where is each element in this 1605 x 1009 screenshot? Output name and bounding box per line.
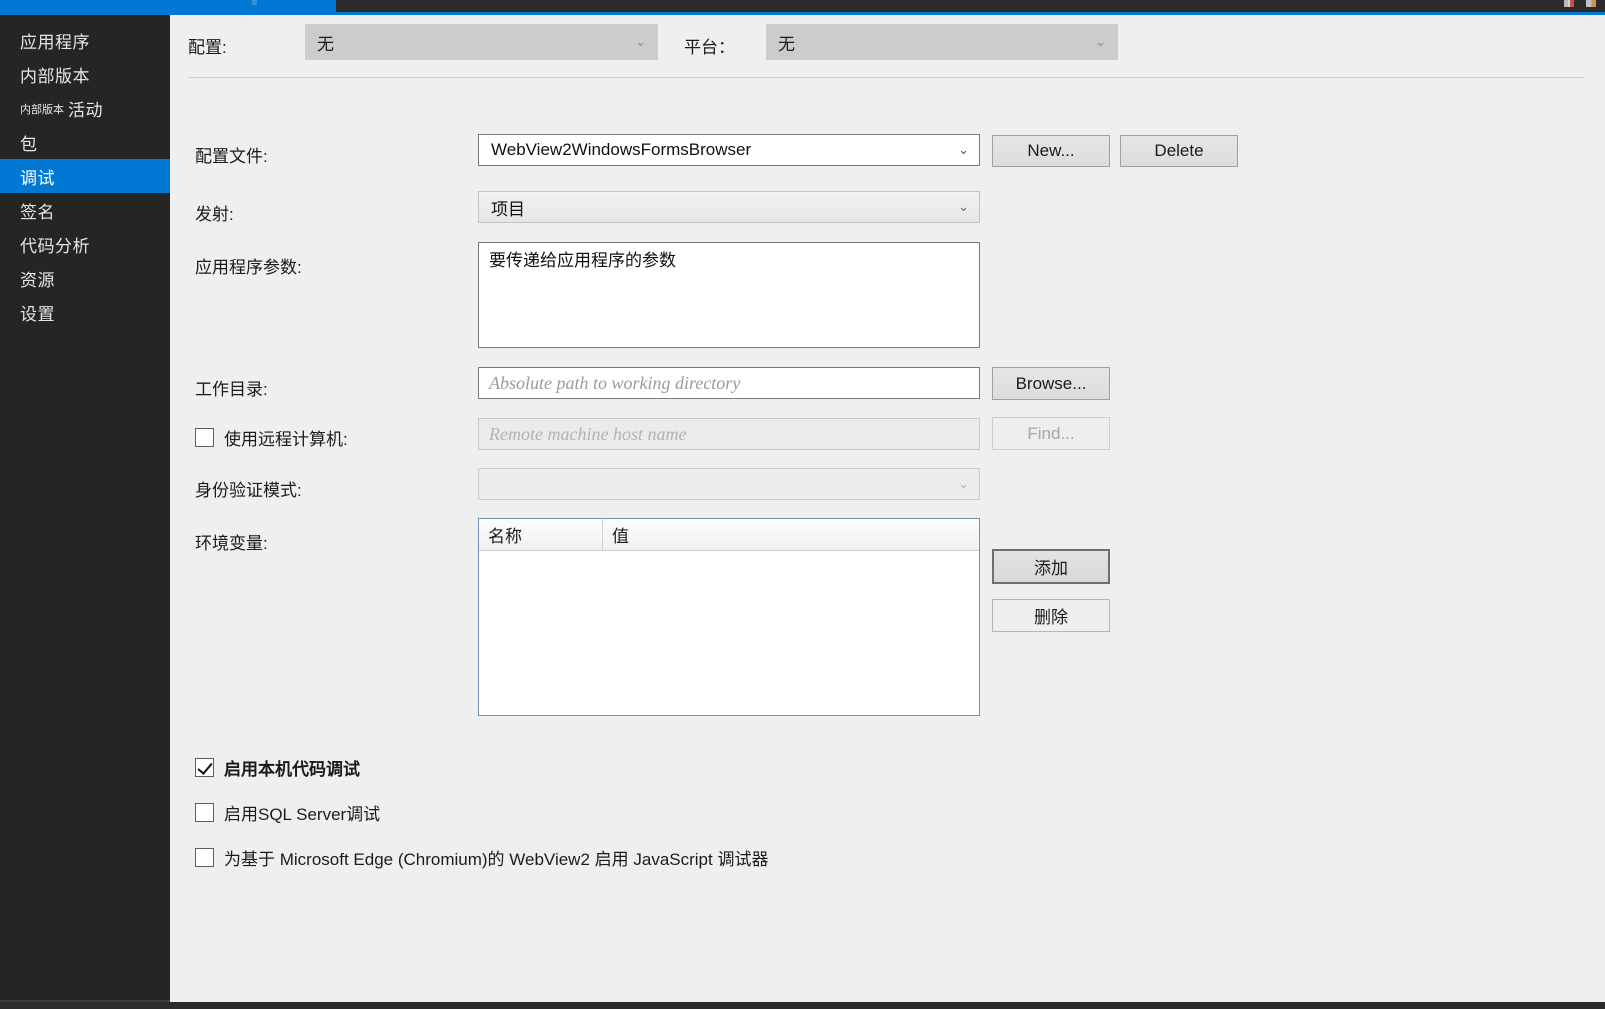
configuration-dropdown[interactable]: 无 ⌄ bbox=[305, 24, 658, 60]
platform-dropdown[interactable]: 无 ⌄ bbox=[766, 24, 1118, 60]
working-directory-placeholder: Absolute path to working directory bbox=[489, 372, 741, 393]
enable-native-code-debugging-label: 启用本机代码调试 bbox=[224, 760, 360, 779]
grid-header-row: 名称 值 bbox=[479, 519, 979, 551]
remote-machine-input[interactable]: Remote machine host name bbox=[478, 418, 980, 450]
header-divider bbox=[188, 77, 1584, 78]
configuration-value: 无 bbox=[317, 34, 334, 54]
grid-body[interactable] bbox=[479, 551, 979, 715]
sidebar-item-package[interactable]: 包 bbox=[0, 125, 170, 159]
enable-sql-server-debugging-checkbox[interactable]: 启用SQL Server调试 bbox=[195, 800, 380, 825]
sidebar-item-label: 活动 bbox=[68, 100, 103, 120]
grid-column-value[interactable]: 值 bbox=[603, 519, 979, 550]
remove-env-var-button[interactable]: 删除 bbox=[992, 599, 1110, 632]
checkbox-box[interactable] bbox=[195, 803, 214, 822]
enable-sql-server-debugging-label: 启用SQL Server调试 bbox=[224, 805, 381, 824]
sidebar-item-label: 资源 bbox=[20, 270, 55, 290]
sidebar-item-signing[interactable]: 签名 bbox=[0, 193, 170, 227]
sidebar-item-label: 应用程序 bbox=[20, 32, 90, 52]
profile-dropdown[interactable]: WebView2WindowsFormsBrowser ⌄ bbox=[478, 134, 980, 166]
find-button[interactable]: Find... bbox=[992, 417, 1110, 450]
chevron-down-icon: ⌄ bbox=[958, 199, 969, 214]
sidebar-item-application[interactable]: 应用程序 bbox=[0, 23, 170, 57]
chevron-down-icon: ⌄ bbox=[958, 476, 969, 491]
window-restore-icon[interactable] bbox=[1586, 0, 1596, 7]
add-env-var-button[interactable]: 添加 bbox=[992, 549, 1110, 584]
working-directory-label: 工作目录: bbox=[195, 380, 268, 399]
sidebar-item-label: 签名 bbox=[20, 202, 55, 222]
enable-native-code-debugging-checkbox[interactable]: 启用本机代码调试 bbox=[195, 755, 360, 780]
app-arguments-textarea[interactable]: 要传递给应用程序的参数 bbox=[478, 242, 980, 348]
use-remote-machine-checkbox[interactable]: 使用远程计算机: bbox=[195, 425, 348, 450]
checkbox-box[interactable] bbox=[195, 848, 214, 867]
platform-value: 无 bbox=[778, 34, 795, 54]
browse-button[interactable]: Browse... bbox=[992, 367, 1110, 400]
title-bar-accent bbox=[0, 0, 336, 12]
use-remote-machine-label: 使用远程计算机: bbox=[224, 430, 348, 449]
configuration-label: 配置: bbox=[188, 38, 227, 57]
sidebar-item-label: 代码分析 bbox=[20, 236, 90, 256]
remote-machine-placeholder: Remote machine host name bbox=[489, 423, 687, 444]
profile-value: WebView2WindowsFormsBrowser bbox=[491, 140, 752, 159]
sidebar-item-label: 内部版本 bbox=[20, 66, 90, 86]
sidebar-item-label: 调试 bbox=[20, 168, 55, 188]
working-directory-input[interactable]: Absolute path to working directory bbox=[478, 367, 980, 399]
sidebar-item-debug[interactable]: 调试 bbox=[0, 159, 181, 193]
environment-variables-grid[interactable]: 名称 值 bbox=[478, 518, 980, 716]
profile-label: 配置文件: bbox=[195, 147, 268, 166]
checkbox-box[interactable] bbox=[195, 428, 214, 447]
project-properties-window: 应用程序 内部版本 内部版本 活动 包 调试 签名 代码分析 资源 设置 配置:… bbox=[0, 0, 1605, 1009]
sidebar-item-build-events[interactable]: 内部版本 活动 bbox=[0, 91, 170, 125]
chevron-down-icon: ⌄ bbox=[635, 34, 646, 49]
delete-profile-button[interactable]: Delete bbox=[1120, 135, 1238, 167]
authentication-mode-label: 身份验证模式: bbox=[195, 481, 302, 500]
chevron-down-icon: ⌄ bbox=[1095, 34, 1106, 49]
launch-dropdown[interactable]: 项目 ⌄ bbox=[478, 191, 980, 223]
chevron-down-icon: ⌄ bbox=[958, 142, 969, 157]
status-bar bbox=[0, 1002, 1605, 1009]
platform-label: 平台： bbox=[684, 38, 735, 57]
sidebar-item-code-analysis[interactable]: 代码分析 bbox=[0, 227, 170, 261]
checkbox-box[interactable] bbox=[195, 758, 214, 777]
sidebar-item-label: 包 bbox=[20, 134, 38, 154]
launch-value: 项目 bbox=[491, 199, 525, 219]
properties-sidebar: 应用程序 内部版本 内部版本 活动 包 调试 签名 代码分析 资源 设置 bbox=[0, 15, 181, 1000]
title-bar-tick-icon bbox=[252, 0, 257, 5]
launch-label: 发射: bbox=[195, 205, 234, 224]
sidebar-item-prefix: 内部版本 bbox=[20, 104, 64, 116]
authentication-mode-dropdown[interactable]: ⌄ bbox=[478, 468, 980, 500]
sidebar-item-settings[interactable]: 设置 bbox=[0, 295, 170, 329]
app-arguments-label: 应用程序参数: bbox=[195, 258, 302, 277]
sidebar-item-label: 设置 bbox=[20, 304, 55, 324]
environment-variables-label: 环境变量: bbox=[195, 534, 268, 553]
enable-webview2-javascript-debugger-label: 为基于 Microsoft Edge (Chromium)的 WebView2 … bbox=[224, 850, 769, 869]
configuration-header-row: 配置: 无 ⌄ 平台： 无 ⌄ bbox=[170, 15, 1605, 78]
new-profile-button[interactable]: New... bbox=[992, 135, 1110, 167]
window-close-icon[interactable] bbox=[1564, 0, 1574, 7]
sidebar-item-resources[interactable]: 资源 bbox=[0, 261, 170, 295]
sidebar-item-build[interactable]: 内部版本 bbox=[0, 57, 170, 91]
enable-webview2-javascript-debugger-checkbox[interactable]: 为基于 Microsoft Edge (Chromium)的 WebView2 … bbox=[195, 845, 768, 870]
grid-column-name[interactable]: 名称 bbox=[479, 519, 603, 550]
debug-settings-pane: 配置: 无 ⌄ 平台： 无 ⌄ 配置文件: WebView2WindowsFor… bbox=[170, 15, 1605, 1000]
